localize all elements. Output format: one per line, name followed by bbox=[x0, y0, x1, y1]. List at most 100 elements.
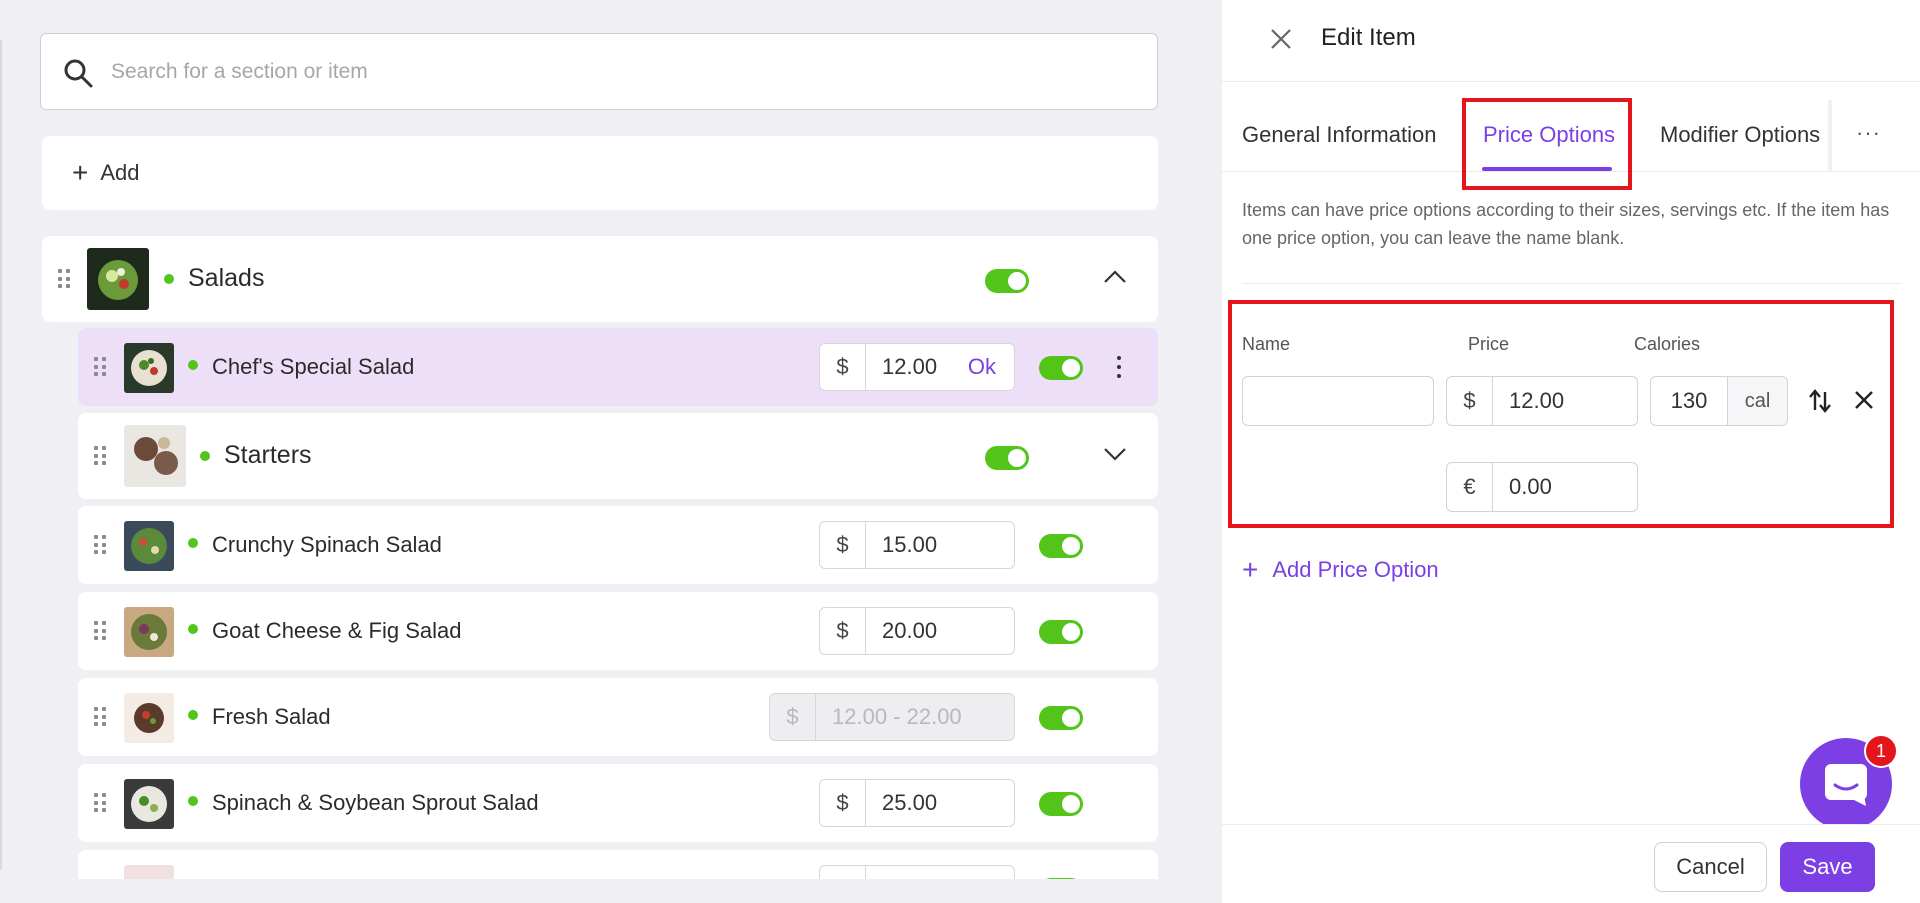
status-dot bbox=[200, 451, 210, 461]
more-tabs-icon[interactable]: ··· bbox=[1856, 120, 1881, 146]
visibility-toggle[interactable] bbox=[1039, 706, 1083, 730]
visibility-toggle[interactable] bbox=[985, 446, 1029, 470]
price-input[interactable]: $ 15.00 bbox=[819, 521, 1015, 569]
item-label: Goat Cheese & Fig Salad bbox=[212, 618, 462, 643]
price-value[interactable]: 15.00 bbox=[866, 532, 1014, 558]
calories-value[interactable]: 130 bbox=[1651, 388, 1727, 414]
visibility-toggle[interactable] bbox=[1039, 792, 1083, 816]
item-row-spinach-soybean-sprout-salad[interactable]: Spinach & Soybean Sprout Salad $ 25.00 bbox=[78, 764, 1158, 842]
price-value[interactable]: 20.00 bbox=[866, 618, 1014, 644]
price-input[interactable]: $ 12.00 bbox=[1446, 376, 1638, 426]
price-value[interactable]: 12.00 bbox=[1493, 388, 1637, 414]
calories-unit: cal bbox=[1727, 377, 1787, 425]
calories-input[interactable]: 130 cal bbox=[1650, 376, 1788, 426]
drag-handle-icon[interactable] bbox=[94, 621, 106, 641]
search-bar[interactable] bbox=[40, 33, 1158, 110]
price-input[interactable]: $ 20.00 bbox=[819, 607, 1015, 655]
calories-label: Calories bbox=[1634, 334, 1701, 354]
list-clip bbox=[0, 879, 1222, 903]
reorder-arrows-icon[interactable] bbox=[1808, 388, 1832, 414]
remove-price-option-icon[interactable] bbox=[1853, 389, 1875, 411]
item-row-partial[interactable]: $ bbox=[78, 850, 1158, 879]
item-thumbnail bbox=[124, 693, 174, 743]
tab-scroll-divider bbox=[1828, 100, 1832, 172]
pane-edge bbox=[0, 40, 2, 870]
item-label: Fresh Salad bbox=[212, 704, 331, 729]
drag-handle-icon[interactable] bbox=[58, 269, 70, 289]
section-label: Starters bbox=[224, 441, 312, 469]
price-input-disabled: $ 12.00 - 22.00 bbox=[769, 693, 1015, 741]
price-input[interactable]: $ 25.00 bbox=[819, 779, 1015, 827]
drag-handle-icon[interactable] bbox=[94, 707, 106, 727]
currency-symbol: € bbox=[1447, 463, 1493, 511]
visibility-toggle[interactable] bbox=[1039, 620, 1083, 644]
add-button[interactable]: + Add bbox=[42, 136, 1158, 210]
section-thumbnail bbox=[87, 248, 149, 310]
save-button[interactable]: Save bbox=[1780, 842, 1875, 892]
name-label: Name bbox=[1242, 334, 1291, 354]
item-thumbnail bbox=[124, 521, 174, 571]
more-options-icon[interactable] bbox=[1116, 356, 1122, 378]
price-range-value: 12.00 - 22.00 bbox=[832, 704, 962, 729]
item-row-fresh-salad[interactable]: Fresh Salad $ 12.00 - 22.00 bbox=[78, 678, 1158, 756]
divider bbox=[1242, 283, 1902, 284]
item-row-crunchy-spinach-salad[interactable]: Crunchy Spinach Salad $ 15.00 bbox=[78, 506, 1158, 584]
tab-general-information[interactable]: General Information bbox=[1242, 122, 1436, 148]
item-label: Crunchy Spinach Salad bbox=[212, 532, 442, 557]
visibility-toggle[interactable] bbox=[1039, 356, 1083, 380]
price-value[interactable]: 25.00 bbox=[866, 790, 1014, 816]
currency-symbol: $ bbox=[820, 344, 866, 390]
currency-symbol: $ bbox=[820, 608, 866, 654]
item-thumbnail bbox=[124, 865, 174, 879]
tab-modifier-options[interactable]: Modifier Options bbox=[1660, 122, 1820, 148]
visibility-toggle[interactable] bbox=[985, 269, 1029, 293]
section-row-starters[interactable]: Starters bbox=[78, 413, 1158, 499]
panel-title: Edit Item bbox=[1321, 24, 1416, 51]
plus-icon: + bbox=[72, 157, 89, 188]
drag-handle-icon[interactable] bbox=[94, 535, 106, 555]
status-dot bbox=[188, 360, 198, 370]
currency-symbol: $ bbox=[820, 780, 866, 826]
price-input[interactable]: $ 12.00 Ok bbox=[819, 343, 1015, 391]
search-input[interactable] bbox=[111, 59, 1157, 84]
currency-symbol: $ bbox=[770, 694, 816, 740]
add-price-option-label: Add Price Option bbox=[1272, 557, 1439, 582]
price-options-description: Items can have price options according t… bbox=[1242, 200, 1890, 248]
highlight-box-tab bbox=[1462, 98, 1632, 190]
visibility-toggle[interactable] bbox=[1039, 534, 1083, 558]
drag-handle-icon[interactable] bbox=[94, 446, 106, 466]
item-thumbnail bbox=[124, 343, 174, 393]
menu-editor-pane: + Add Salads Chef's Special Salad $ 12.0… bbox=[0, 0, 1222, 903]
name-input[interactable] bbox=[1242, 376, 1434, 426]
status-dot bbox=[188, 538, 198, 548]
chat-icon bbox=[1825, 764, 1867, 806]
item-row-goat-cheese-fig-salad[interactable]: Goat Cheese & Fig Salad $ 20.00 bbox=[78, 592, 1158, 670]
status-dot bbox=[188, 796, 198, 806]
currency-symbol: $ bbox=[1447, 377, 1493, 425]
item-row-chefs-special-salad[interactable]: Chef's Special Salad $ 12.00 Ok bbox=[78, 328, 1158, 406]
item-thumbnail bbox=[124, 779, 174, 829]
section-label: Salads bbox=[188, 264, 265, 292]
panel-header: Edit Item bbox=[1222, 0, 1920, 82]
currency-symbol: $ bbox=[820, 522, 866, 568]
chevron-down-icon[interactable] bbox=[1102, 441, 1128, 467]
add-price-option-button[interactable]: + Add Price Option bbox=[1242, 556, 1439, 584]
price-input[interactable]: $ bbox=[819, 865, 1015, 879]
secondary-price-input[interactable]: € 0.00 bbox=[1446, 462, 1638, 512]
chevron-up-icon[interactable] bbox=[1102, 264, 1128, 290]
close-icon[interactable] bbox=[1268, 26, 1294, 52]
status-dot bbox=[164, 274, 174, 284]
price-label: Price bbox=[1468, 334, 1510, 354]
price-value[interactable]: 12.00 bbox=[866, 354, 968, 380]
price-value[interactable]: 0.00 bbox=[1493, 474, 1637, 500]
search-icon bbox=[64, 59, 93, 88]
cancel-button[interactable]: Cancel bbox=[1654, 842, 1767, 892]
drag-handle-icon[interactable] bbox=[94, 357, 106, 377]
status-dot bbox=[188, 624, 198, 634]
drag-handle-icon[interactable] bbox=[94, 793, 106, 813]
section-row-salads[interactable]: Salads bbox=[42, 236, 1158, 322]
currency-symbol: $ bbox=[820, 866, 866, 879]
add-label: Add bbox=[100, 160, 140, 185]
ok-button[interactable]: Ok bbox=[968, 354, 1014, 380]
item-thumbnail bbox=[124, 607, 174, 657]
